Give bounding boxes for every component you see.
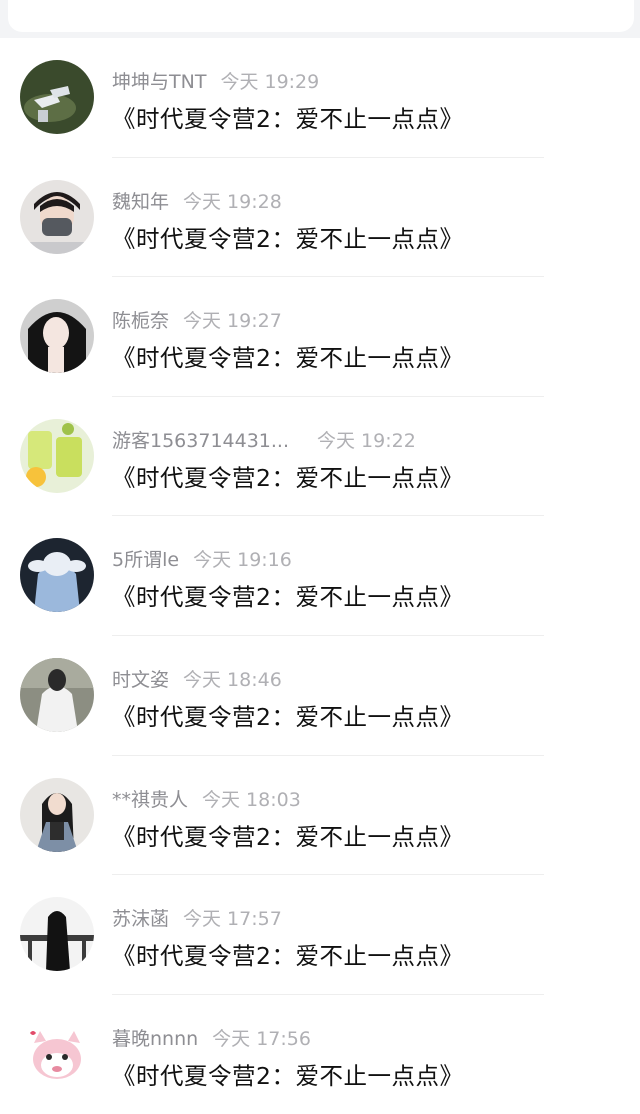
list-item[interactable]: 魏知年 今天 19:28 《时代夏令营2：爱不止一点点》 <box>0 158 640 278</box>
list-item[interactable]: 时文姿 今天 18:46 《时代夏令营2：爱不止一点点》 <box>0 636 640 756</box>
sender-name: 游客1563714431... <box>112 429 290 452</box>
message-meta: 时文姿 今天 18:46 <box>112 665 282 691</box>
message-text: 《时代夏令营2：爱不止一点点》 <box>112 822 464 851</box>
list-item[interactable]: 游客1563714431... 今天 19:22 《时代夏令营2：爱不止一点点》 <box>0 397 640 517</box>
sender-name: 5所谓le <box>112 549 180 572</box>
message-text: 《时代夏令营2：爱不止一点点》 <box>112 942 464 971</box>
sender-name: 陈栀奈 <box>112 310 170 333</box>
avatar[interactable] <box>20 299 94 374</box>
avatar[interactable] <box>20 60 94 134</box>
message-meta: 5所谓le 今天 19:16 <box>112 545 292 571</box>
message-text: 《时代夏令营2：爱不止一点点》 <box>112 224 464 253</box>
message-text: 《时代夏令营2：爱不止一点点》 <box>112 1061 464 1090</box>
avatar[interactable] <box>20 1016 94 1091</box>
message-text: 《时代夏令营2：爱不止一点点》 <box>112 583 464 612</box>
message-meta: 苏沫菡 今天 17:57 <box>112 904 282 930</box>
sender-name: **祺贵人 <box>112 788 189 811</box>
timestamp: 今天 19:28 <box>183 190 282 213</box>
message-meta: 坤坤与TNT 今天 19:29 <box>112 67 319 93</box>
timestamp: 今天 18:03 <box>202 788 301 811</box>
message-text: 《时代夏令营2：爱不止一点点》 <box>112 702 464 731</box>
timestamp: 今天 19:16 <box>193 549 292 572</box>
sender-name: 苏沫菡 <box>112 908 170 931</box>
message-text: 《时代夏令营2：爱不止一点点》 <box>112 344 464 373</box>
timestamp: 今天 18:46 <box>183 668 282 691</box>
message-meta: 暮晚nnnn 今天 17:56 <box>112 1024 311 1050</box>
avatar[interactable] <box>20 657 94 732</box>
list-item[interactable]: 坤坤与TNT 今天 19:29 《时代夏令营2：爱不止一点点》 <box>0 38 640 158</box>
list-item[interactable]: 陈栀奈 今天 19:27 《时代夏令营2：爱不止一点点》 <box>0 277 640 397</box>
avatar[interactable] <box>20 418 94 493</box>
avatar[interactable] <box>20 538 94 613</box>
list-item[interactable]: 5所谓le 今天 19:16 《时代夏令营2：爱不止一点点》 <box>0 516 640 636</box>
avatar[interactable] <box>20 897 94 972</box>
timestamp: 今天 19:29 <box>220 71 320 93</box>
message-meta: 游客1563714431... 今天 19:22 <box>112 426 416 452</box>
timestamp: 今天 19:27 <box>183 310 282 333</box>
list-item[interactable]: **祺贵人 今天 18:03 《时代夏令营2：爱不止一点点》 <box>0 756 640 876</box>
timestamp: 今天 17:57 <box>183 908 282 931</box>
sender-name: 暮晚nnnn <box>112 1027 199 1050</box>
top-bar <box>0 0 640 38</box>
timestamp: 今天 17:56 <box>212 1027 311 1050</box>
search-bar[interactable] <box>8 0 634 32</box>
message-meta: 魏知年 今天 19:28 <box>112 187 282 213</box>
message-text: 《时代夏令营2：爱不止一点点》 <box>112 463 464 492</box>
message-list: 坤坤与TNT 今天 19:29 《时代夏令营2：爱不止一点点》 魏知年 今天 19:… <box>0 38 640 1114</box>
timestamp: 今天 19:22 <box>317 429 416 452</box>
message-meta: 陈栀奈 今天 19:27 <box>112 306 282 332</box>
avatar[interactable] <box>20 179 94 254</box>
avatar[interactable] <box>20 777 94 852</box>
sender-name: 时文姿 <box>112 668 170 691</box>
sender-name: 魏知年 <box>112 190 170 213</box>
list-item[interactable]: 苏沫菡 今天 17:57 《时代夏令营2：爱不止一点点》 <box>0 875 640 995</box>
message-text: 《时代夏令营2：爱不止一点点》 <box>112 105 464 133</box>
sender-name: 坤坤与TNT <box>112 71 207 93</box>
message-meta: **祺贵人 今天 18:03 <box>112 785 301 811</box>
list-item[interactable]: 暮晚nnnn 今天 17:56 《时代夏令营2：爱不止一点点》 <box>0 995 640 1114</box>
